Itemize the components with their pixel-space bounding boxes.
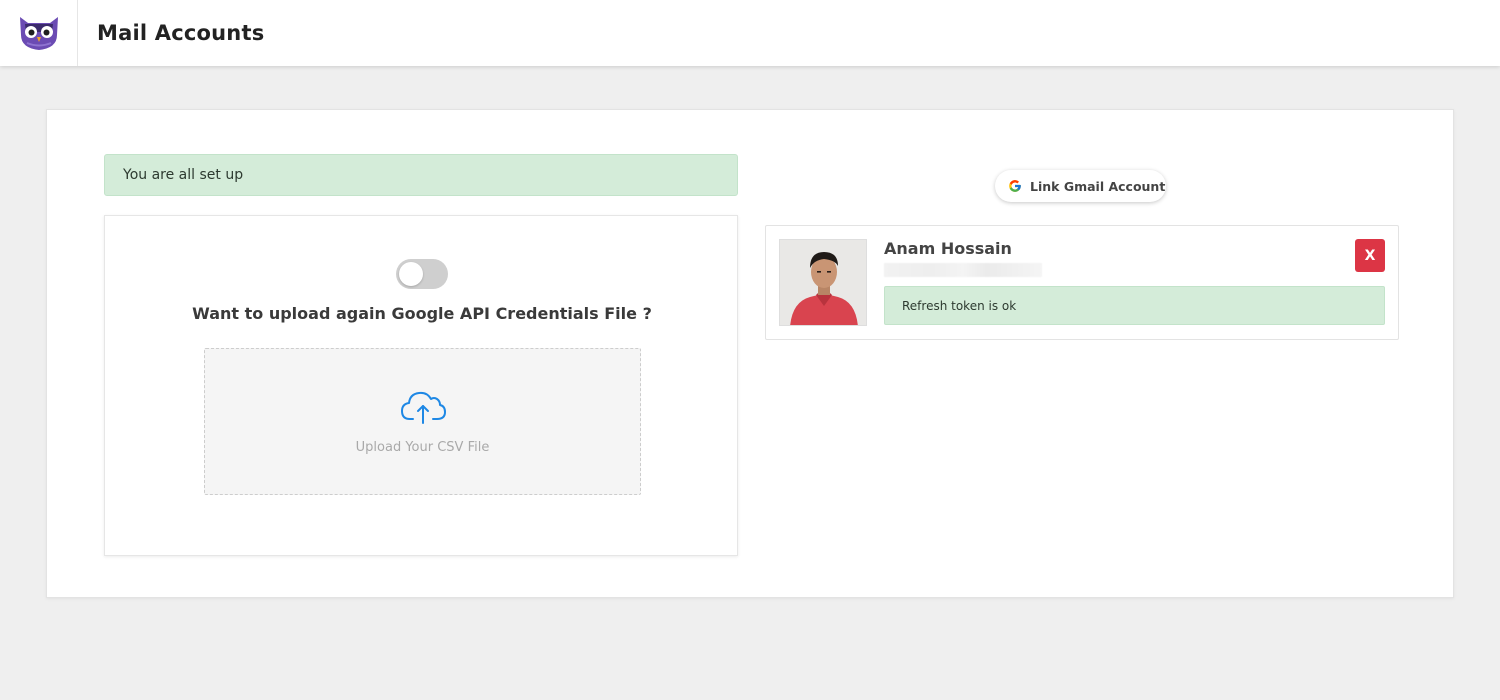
google-g-icon [1009,180,1021,192]
credentials-upload-panel: Want to upload again Google API Credenti… [104,215,738,556]
dropzone-label: Upload Your CSV File [355,440,490,455]
reupload-toggle[interactable] [396,259,448,289]
owl-logo-icon [19,17,58,50]
remove-account-button[interactable]: X [1355,239,1385,272]
csv-dropzone[interactable]: Upload Your CSV File [204,348,641,495]
upload-question: Want to upload again Google API Credenti… [192,304,652,323]
gmail-account-card: Anam Hossain X Refresh token is ok [765,225,1399,340]
setup-status-text: You are all set up [123,167,244,183]
account-email-redacted [884,263,1042,277]
link-gmail-button[interactable]: Link Gmail Account [995,170,1166,202]
link-gmail-label: Link Gmail Account [1030,178,1166,194]
avatar [779,239,867,326]
top-bar: Mail Accounts [0,0,1500,66]
toggle-knob [399,262,423,286]
mail-accounts-card: You are all set up Want to upload again … [46,109,1454,598]
cloud-upload-icon [401,391,446,424]
avatar-photo [780,240,866,325]
token-status-alert: Refresh token is ok [884,286,1385,325]
logo-container[interactable] [0,0,78,66]
account-name: Anam Hossain [884,239,1012,258]
token-status-text: Refresh token is ok [902,298,1017,313]
page-title: Mail Accounts [97,21,265,45]
setup-status-alert: You are all set up [104,154,738,196]
